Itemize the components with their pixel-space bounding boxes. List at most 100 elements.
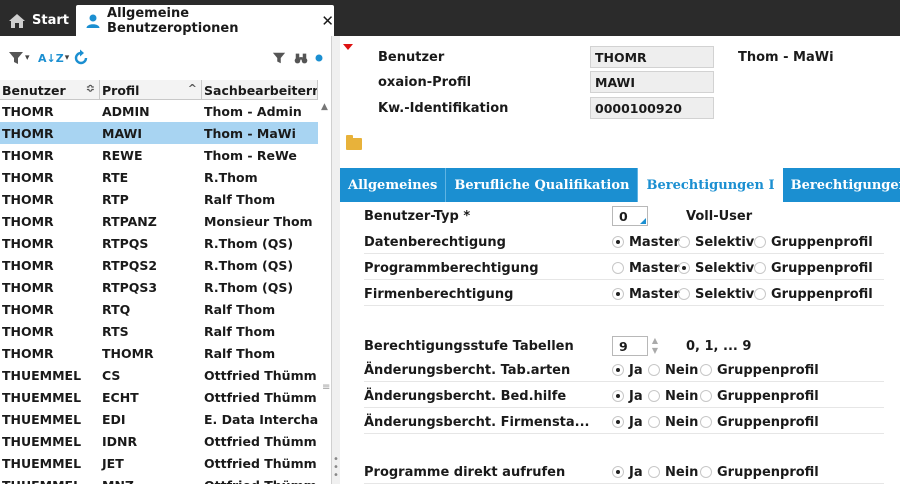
table-cell: CS xyxy=(102,367,121,383)
table-row[interactable]: THOMR RTPQS3 R.Thom (QS) xyxy=(0,276,318,298)
refresh-button[interactable] xyxy=(72,48,90,68)
aend-bed-option-ja[interactable]: Ja xyxy=(612,386,643,406)
scroll-up-icon[interactable]: ▲ xyxy=(321,102,328,112)
firmenberechtigung-option-selektiv[interactable]: Selektiv xyxy=(678,284,754,304)
radio-icon[interactable] xyxy=(612,466,624,478)
prog-option-nein[interactable]: Nein xyxy=(648,462,698,482)
table-row[interactable]: THUEMMEL EDI E. Data Interchange xyxy=(0,408,318,430)
table-row[interactable]: THOMR RTP Ralf Thom xyxy=(0,188,318,210)
radio-icon[interactable] xyxy=(612,236,624,248)
table-row[interactable]: THUEMMEL JET Ottfried Thümm xyxy=(0,452,318,474)
radio-icon[interactable] xyxy=(754,236,766,248)
radio-icon[interactable] xyxy=(754,288,766,300)
radio-icon[interactable] xyxy=(612,416,624,428)
radio-icon[interactable] xyxy=(612,288,624,300)
aend-firm-option-nein[interactable]: Nein xyxy=(648,412,698,432)
table-row[interactable]: THOMR RTE R.Thom xyxy=(0,166,318,188)
table-row[interactable]: THUEMMEL ECHT Ottfried Thümm xyxy=(0,386,318,408)
radio-icon[interactable] xyxy=(612,262,624,274)
table-row[interactable]: THOMR THOMR Ralf Thom xyxy=(0,342,318,364)
tab-berufliche-qualifikation[interactable]: Berufliche Qualifikation xyxy=(446,168,639,202)
table-row[interactable]: THOMR ADMIN Thom - Admin xyxy=(0,100,318,122)
radio-icon[interactable] xyxy=(648,416,660,428)
column-header-sachbearbeiter[interactable]: Sachbearbeitern xyxy=(202,80,318,100)
collapse-marker-icon[interactable] xyxy=(343,44,353,50)
radio-icon[interactable] xyxy=(612,364,624,376)
sort-double-up-icon: ≎ xyxy=(85,82,95,95)
panel-splitter[interactable]: • • • xyxy=(332,36,340,484)
radio-icon[interactable] xyxy=(648,364,660,376)
aend-bed-option-nein[interactable]: Nein xyxy=(648,386,698,406)
table-row[interactable]: THUEMMEL CS Ottfried Thümm xyxy=(0,364,318,386)
row-divider xyxy=(364,381,884,382)
tab-berechtigungen-2[interactable]: Berechtigungen II xyxy=(783,168,900,202)
datenberechtigung-option-master[interactable]: Master xyxy=(612,232,680,252)
tab-allgemeines[interactable]: Allgemeines xyxy=(340,168,447,202)
radio-icon[interactable] xyxy=(754,262,766,274)
programmberechtigung-option-gruppenprofil[interactable]: Gruppenprofil xyxy=(754,258,873,278)
radio-icon[interactable] xyxy=(678,288,690,300)
datenberechtigung-option-gruppenprofil[interactable]: Gruppenprofil xyxy=(754,232,873,252)
table-row[interactable]: THOMR RTPQS2 R.Thom (QS) xyxy=(0,254,318,276)
radio-icon[interactable] xyxy=(648,390,660,402)
filter-dropdown-button[interactable]: ▾ xyxy=(8,48,30,68)
programmberechtigung-option-master[interactable]: Master xyxy=(612,258,680,278)
filter-button[interactable] xyxy=(272,48,286,68)
radio-label: Gruppenprofil xyxy=(771,286,873,302)
table-row[interactable]: THOMR RTPANZ Monsieur Thom xyxy=(0,210,318,232)
grid-scrollbar[interactable]: ▲ ≡ xyxy=(318,100,332,484)
radio-icon[interactable] xyxy=(700,466,712,478)
programmberechtigung-option-selektiv[interactable]: Selektiv xyxy=(678,258,754,278)
tab-berechtigungen-1[interactable]: Berechtigungen I xyxy=(638,168,783,202)
radio-icon[interactable] xyxy=(612,390,624,402)
home-icon xyxy=(8,12,26,30)
table-row[interactable]: THOMR MAWI Thom - MaWi xyxy=(0,122,318,144)
table-cell: Ralf Thom xyxy=(204,345,276,361)
table-row[interactable]: THOMR REWE Thom - ReWe xyxy=(0,144,318,166)
column-header-profil[interactable]: Profil ^ xyxy=(100,80,202,100)
sort-dropdown-button[interactable]: A↓Z ▾ xyxy=(38,48,69,68)
scroll-grip-icon[interactable]: ≡ xyxy=(322,382,330,393)
table-cell: E. Data Interchange xyxy=(204,411,318,427)
radio-label: Ja xyxy=(629,464,643,480)
aend-bed-option-gruppenprofil[interactable]: Gruppenprofil xyxy=(700,386,819,406)
detail-panel: Benutzer THOMR Thom - MaWi oxaion-Profil… xyxy=(340,36,900,484)
stepper-icon[interactable]: ▲ ▼ xyxy=(650,336,660,356)
radio-label: Master xyxy=(629,234,680,250)
radio-icon[interactable] xyxy=(678,236,690,248)
aend-firm-label: Änderungsbercht. Firmensta... xyxy=(364,414,590,430)
radio-icon[interactable] xyxy=(700,364,712,376)
aend-tab-option-nein[interactable]: Nein xyxy=(648,360,698,380)
folder-icon[interactable] xyxy=(346,135,362,150)
column-header-benutzer[interactable]: Benutzer ≎ xyxy=(0,80,100,100)
radio-icon[interactable] xyxy=(648,466,660,478)
table-row[interactable]: THOMR RTPQS R.Thom (QS) xyxy=(0,232,318,254)
aend-tab-option-gruppenprofil[interactable]: Gruppenprofil xyxy=(700,360,819,380)
prog-option-gruppenprofil[interactable]: Gruppenprofil xyxy=(700,462,819,482)
table-row[interactable]: THOMR RTQ Ralf Thom xyxy=(0,298,318,320)
radio-icon[interactable] xyxy=(700,416,712,428)
aend-tab-label: Änderungsbercht. Tab.arten xyxy=(364,362,571,378)
radio-icon[interactable] xyxy=(700,390,712,402)
radio-icon[interactable] xyxy=(678,262,690,274)
column-header-label: Profil xyxy=(102,82,140,98)
radio-label: Selektiv xyxy=(695,234,755,250)
firmenberechtigung-option-master[interactable]: Master xyxy=(612,284,680,304)
aend-tab-option-ja[interactable]: Ja xyxy=(612,360,643,380)
table-row[interactable]: THUEMMELMNZOttfried Thümm xyxy=(0,474,318,484)
aend-firm-option-ja[interactable]: Ja xyxy=(612,412,643,432)
tab-benutzeroptionen[interactable]: Allgemeine Benutzeroptionen ✕ xyxy=(76,5,334,36)
firmenberechtigung-option-gruppenprofil[interactable]: Gruppenprofil xyxy=(754,284,873,304)
close-icon[interactable]: ✕ xyxy=(321,12,334,30)
search-button[interactable] xyxy=(294,48,308,68)
berechtigungsstufe-input[interactable]: 9 xyxy=(612,336,648,356)
prog-option-ja[interactable]: Ja xyxy=(612,462,643,482)
table-cell: R.Thom (QS) xyxy=(204,235,294,251)
aend-firm-option-gruppenprofil[interactable]: Gruppenprofil xyxy=(700,412,819,432)
datenberechtigung-option-selektiv[interactable]: Selektiv xyxy=(678,232,754,252)
tab-start[interactable]: Start xyxy=(0,5,74,36)
table-row[interactable]: THUEMMEL IDNR Ottfried Thümm xyxy=(0,430,318,452)
benutzer-typ-input[interactable]: 0 xyxy=(612,206,648,226)
splitter-grip-icon[interactable]: • • • xyxy=(332,455,340,481)
table-row[interactable]: THOMR RTS Ralf Thom xyxy=(0,320,318,342)
